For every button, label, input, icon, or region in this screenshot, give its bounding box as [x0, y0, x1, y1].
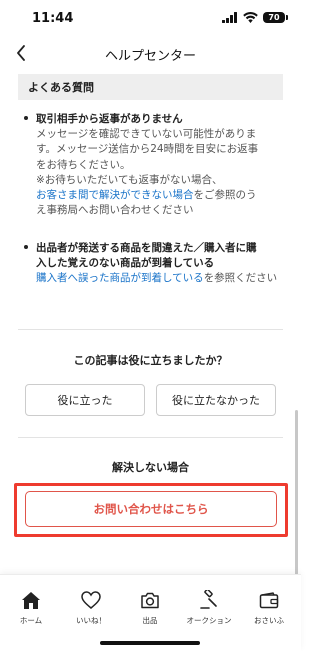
gavel-icon	[198, 589, 220, 611]
wifi-icon	[243, 12, 258, 23]
home-indicator	[100, 641, 200, 645]
tab-label: オークション	[186, 616, 232, 625]
faq-item-link-line: お客さま間で解決ができない場合をご参照のう	[36, 188, 288, 203]
contact-button[interactable]: お問い合わせはこちら	[25, 491, 277, 527]
faq-section-header: よくある質問	[18, 74, 283, 100]
tab-auction[interactable]: オークション	[179, 589, 239, 629]
faq-item-body: 出品者が発送する商品を間違えた／購入者に購 入した覚えのない商品が到着している …	[36, 241, 288, 287]
status-bar: 11:44 70	[0, 0, 301, 36]
tab-sell[interactable]: 出品	[120, 589, 180, 629]
tab-likes[interactable]: いいね！	[61, 589, 121, 629]
feedback-question: この記事は役に立ちましたか？	[73, 354, 228, 367]
faq-item-body: 取引相手から返事がありません メッセージを確認できていない可能性がありま す。メ…	[36, 112, 288, 218]
tab-label: いいね！	[76, 616, 106, 625]
camera-icon	[139, 589, 161, 611]
faq-item-text-line: をお待ちください。	[36, 158, 131, 171]
faq-item-title: 出品者が発送する商品を間違えた／購入者に購	[36, 242, 257, 254]
faq-item-text-line: す。メッセージ送信から24時間を目安にお返事	[36, 143, 259, 156]
faq-item-link-line: 購入者へ誤った商品が到着しているを参照ください	[36, 271, 288, 286]
home-icon	[20, 589, 42, 611]
page-title: ヘルプセンター	[104, 49, 196, 64]
helpful-yes-button[interactable]: 役に立った	[25, 384, 145, 416]
faq-link[interactable]: 購入者へ誤った商品が到着している	[36, 272, 204, 284]
tab-wallet[interactable]: おさいふ	[239, 589, 299, 629]
wallet-icon	[258, 589, 280, 611]
faq-item-title: 入した覚えのない商品が到着している	[36, 257, 215, 270]
faq-item: 出品者が発送する商品を間違えた／購入者に購 入した覚えのない商品が到着している …	[18, 241, 288, 291]
tab-bar: ホーム いいね！ 出品 オークション おさいふ	[0, 574, 301, 651]
faq-item: 取引相手から返事がありません メッセージを確認できていない可能性がありま す。メ…	[18, 112, 288, 240]
heart-icon	[80, 589, 102, 611]
tab-label: 出品	[142, 616, 158, 625]
divider	[18, 437, 283, 438]
tab-label: おさいふ	[254, 616, 284, 625]
faq-item-text-line: メッセージを確認できていない可能性がありま	[36, 128, 257, 141]
battery-icon: 70	[263, 12, 288, 23]
divider	[18, 329, 283, 330]
faq-item-text-after-link: を参照ください	[203, 272, 278, 285]
faq-item-text-line: え事務局へお問い合わせください	[36, 204, 194, 217]
faq-item-text-after-link: をご参照のう	[193, 189, 257, 202]
unsolved-heading: 解決しない場合	[112, 461, 189, 474]
signal-icon	[222, 12, 237, 23]
bullet-icon	[24, 116, 28, 120]
helpful-no-button[interactable]: 役に立たなかった	[156, 384, 276, 416]
faq-link[interactable]: お客さま間で解決ができない場合	[36, 189, 194, 201]
tab-home[interactable]: ホーム	[1, 589, 61, 629]
nav-bar: ヘルプセンター	[0, 36, 301, 70]
status-time: 11:44	[32, 11, 74, 26]
faq-header-label: よくある質問	[28, 81, 94, 94]
tab-label: ホーム	[19, 616, 43, 625]
faq-item-text-line: ※お待ちいただいても返事がない場合、	[36, 173, 223, 186]
scrollbar[interactable]	[295, 410, 298, 575]
status-icons: 70	[222, 12, 288, 23]
bullet-icon	[24, 245, 28, 249]
faq-item-title: 取引相手から返事がありません	[36, 113, 183, 125]
